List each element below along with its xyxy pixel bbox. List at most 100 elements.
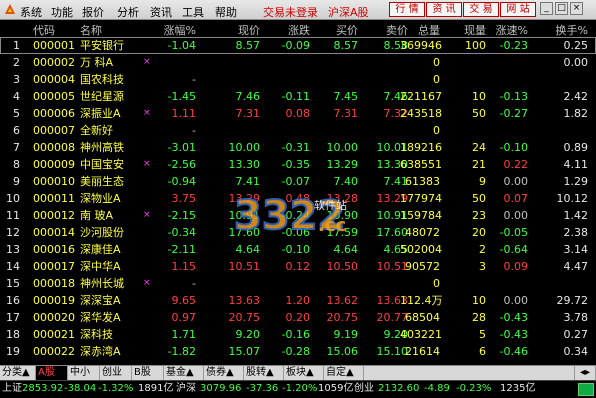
stock-turnover: 4.47 <box>563 260 589 273</box>
tab-sectors[interactable]: 板块▲ <box>284 366 324 380</box>
stock-speed: -0.27 <box>499 107 528 120</box>
tab-chinext[interactable]: 创业 <box>100 366 132 380</box>
stock-name: 深物业A <box>80 192 121 205</box>
tab-custom[interactable]: 自定▲ <box>324 366 364 380</box>
stock-change: -0.31 <box>281 141 310 154</box>
tab-scroll-arrows-icon[interactable]: ◂▸ <box>574 366 596 380</box>
header-price[interactable]: 现价 <box>212 22 260 38</box>
tab-category[interactable]: 分类▲ <box>0 366 36 380</box>
stock-code: 000021 <box>33 328 75 341</box>
table-row[interactable]: 17 000020 深华发A 0.97 20.75 0.20 20.75 20.77 68504… <box>0 309 596 326</box>
login-status[interactable]: 交易未登录 <box>263 4 318 20</box>
table-row[interactable]: 16 000019 深深宝A 9.65 13.63 1.20 13.62 13.63 112.4… <box>0 292 596 309</box>
stock-price: 20.75 <box>228 311 261 324</box>
table-row[interactable]: 15 000018 神州长城 × -0 <box>0 275 596 292</box>
table-row[interactable]: 5 000006 深振业A × 1.11 7.31 0.08 7.31 7.32 243518 50… <box>0 105 596 122</box>
stock-turnover: 2.38 <box>563 226 589 239</box>
stock-bid: 13.62 <box>326 294 359 307</box>
header-pct[interactable]: 涨幅% <box>148 22 196 38</box>
menu-function[interactable]: 功能 <box>51 4 73 20</box>
menu-quote[interactable]: 报价 <box>82 4 104 20</box>
stock-volume: 177974 <box>400 192 442 205</box>
stock-price: 10.00 <box>228 141 261 154</box>
row-number: 5 <box>13 107 20 120</box>
stock-code: 000017 <box>33 260 75 273</box>
nav-quote-button[interactable]: 行 情 <box>389 2 425 17</box>
menu-analysis[interactable]: 分析 <box>117 4 139 20</box>
maximize-icon[interactable]: □ <box>555 2 568 15</box>
table-row[interactable]: 14 000017 深中华A 1.15 10.51 0.12 10.50 10.51 90572… <box>0 258 596 275</box>
stock-code: 000014 <box>33 226 75 239</box>
index-cy-label[interactable]: 创业 <box>354 381 374 396</box>
index-sz-label[interactable]: 沪深 <box>176 381 196 396</box>
table-row[interactable]: 2 000002 万 科A × 0 0.00 <box>0 54 596 71</box>
header-volume[interactable]: 总量 <box>400 22 440 38</box>
stock-bid: 9.19 <box>333 328 359 341</box>
row-number: 6 <box>13 124 20 137</box>
table-row[interactable]: 18 000021 深科技 1.71 9.20 -0.16 9.19 9.20 403221 5-… <box>0 326 596 343</box>
tab-bonds[interactable]: 债券▲ <box>204 366 244 380</box>
table-row[interactable]: 8 000009 中国宝安 × -2.56 13.30 -0.35 13.29 13.30 638… <box>0 156 596 173</box>
stock-name: 深科技 <box>80 328 113 341</box>
stock-cur-volume: 5 <box>479 328 486 341</box>
index-cy-change: -4.89 <box>424 383 450 394</box>
stock-name: 美丽生态 <box>80 175 124 188</box>
header-cur-volume[interactable]: 现量 <box>446 22 486 38</box>
header-turnover[interactable]: 换手% <box>540 22 588 38</box>
header-speed[interactable]: 涨速% <box>488 22 528 38</box>
tab-sme[interactable]: 中小 <box>68 366 100 380</box>
tab-b-shares[interactable]: B股 <box>132 366 164 380</box>
stock-bid: 10.00 <box>326 141 359 154</box>
row-number: 1 <box>13 39 20 52</box>
header-name[interactable]: 名称 <box>80 22 102 38</box>
header-change[interactable]: 涨跌 <box>262 22 310 38</box>
row-number: 12 <box>6 226 20 239</box>
stock-turnover: 29.72 <box>556 294 589 307</box>
stock-name: 深华发A <box>80 311 121 324</box>
stock-pct: 3.75 <box>171 192 197 205</box>
stock-code: 000022 <box>33 345 75 358</box>
table-row[interactable]: 6 000007 全新好 - 0 <box>0 122 596 139</box>
table-row[interactable]: 1 000001 平安银行 -1.04 8.57 -0.09 8.57 8.58 369946 1… <box>0 37 596 54</box>
stock-code: 000006 <box>33 107 75 120</box>
stock-pct: -1.45 <box>167 90 196 103</box>
row-number: 2 <box>13 56 20 69</box>
header-code[interactable]: 代码 <box>33 22 55 38</box>
stock-change: -0.28 <box>281 345 310 358</box>
menu-help[interactable]: 帮助 <box>215 4 237 20</box>
table-row[interactable]: 19 000022 深赤湾A -1.82 15.07 -0.28 15.06 15.10 216… <box>0 343 596 360</box>
tab-neeq[interactable]: 股转▲ <box>244 366 284 380</box>
stock-speed: 0.09 <box>503 260 529 273</box>
nav-web-button[interactable]: 网 站 <box>500 2 536 17</box>
close-icon[interactable]: × <box>570 2 583 15</box>
table-row[interactable]: 3 000004 国农科技 - 0 <box>0 71 596 88</box>
tab-funds[interactable]: 基金▲ <box>164 366 204 380</box>
stock-code: 000001 <box>33 39 75 52</box>
stock-cur-volume: 24 <box>472 141 486 154</box>
stock-code: 000010 <box>33 175 75 188</box>
stock-speed: -0.46 <box>499 345 528 358</box>
menu-info[interactable]: 资讯 <box>150 4 172 20</box>
header-bid[interactable]: 买价 <box>310 22 358 38</box>
stock-volume: 0 <box>433 124 440 137</box>
category-tabbar: 分类▲ A股 中小 创业 B股 基金▲ 债券▲ 股转▲ 板块▲ 自定▲ ◂▸ <box>0 365 596 381</box>
stock-speed: -0.10 <box>499 141 528 154</box>
nav-trade-button[interactable]: 交 易 <box>463 2 499 17</box>
stock-name: 神州长城 <box>80 277 124 290</box>
tab-a-shares[interactable]: A股 <box>36 366 68 380</box>
stock-bid: 13.29 <box>326 158 359 171</box>
table-row[interactable]: 7 000008 神州高铁 -3.01 10.00 -0.31 10.00 10.01 1892… <box>0 139 596 156</box>
nav-info-button[interactable]: 资 讯 <box>426 2 462 17</box>
index-sh-label[interactable]: 上证 <box>2 381 22 396</box>
table-row[interactable]: 4 000005 世纪星源 -1.45 7.46 -0.11 7.45 7.46 221167 1… <box>0 88 596 105</box>
menu-system[interactable]: 系统 <box>20 4 42 20</box>
index-sz-value: 3079.96 <box>200 383 242 394</box>
stock-cur-volume: 10 <box>472 90 486 103</box>
menu-tools[interactable]: 工具 <box>182 4 204 20</box>
minimize-icon[interactable]: _ <box>540 2 553 15</box>
stock-pct: -2.15 <box>167 209 196 222</box>
connection-status-icon[interactable] <box>578 383 594 396</box>
row-number: 16 <box>6 294 20 307</box>
stock-code: 000007 <box>33 124 75 137</box>
stock-bid: 7.45 <box>333 90 359 103</box>
